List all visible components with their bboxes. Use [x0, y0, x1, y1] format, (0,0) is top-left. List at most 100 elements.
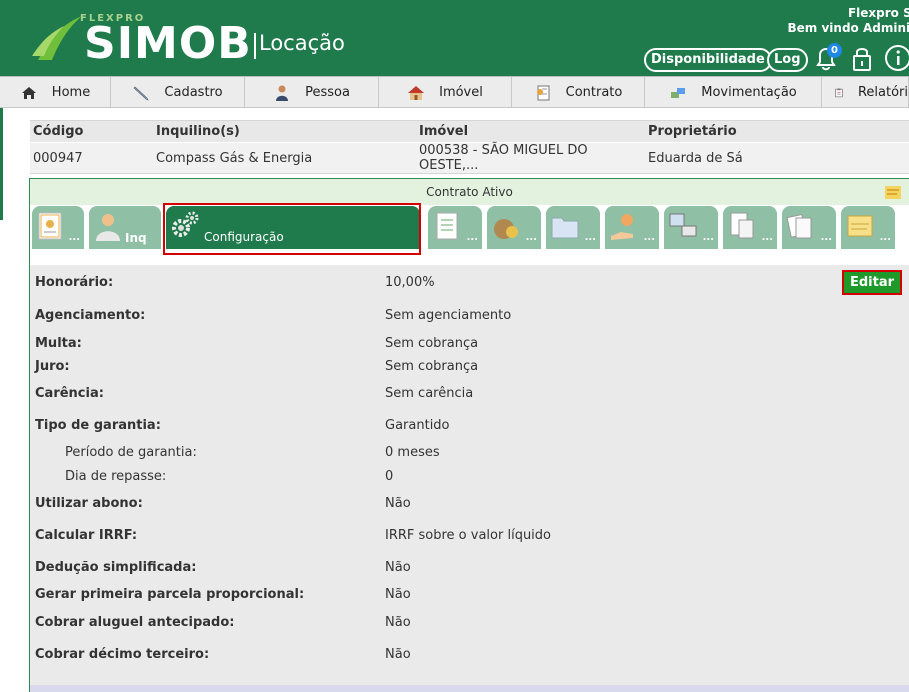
app-header: FLEXPRO SIMOB Locação Flexpro Sis Bem vi…: [0, 0, 909, 76]
nav-label: Movimentação: [701, 85, 797, 100]
report-icon: [835, 88, 843, 97]
tab-label: ...: [879, 232, 891, 243]
field-value: Não: [385, 615, 411, 630]
field-label: Dedução simplificada:: [35, 560, 197, 575]
field-value: Sem agenciamento: [385, 308, 512, 323]
nav-label: Home: [51, 85, 91, 100]
brand-simob: SIMOB: [84, 18, 252, 69]
field-value: 0 meses: [385, 445, 440, 460]
info-icon[interactable]: [882, 43, 909, 73]
coins-hand-icon: [611, 214, 633, 240]
tab-label: ...: [820, 232, 832, 243]
invoice-icon: [730, 212, 754, 239]
tab-anexos[interactable]: ...: [782, 206, 836, 249]
active-tab-highlight: [163, 203, 421, 255]
transfer-icon: [671, 87, 686, 98]
contract-tabs: ... Inq Configuração ... ... ... ... ...…: [30, 205, 909, 265]
table-cell: 000538 - SÃO MIGUEL DO OESTE,...: [416, 142, 645, 174]
tab-label: Inq: [125, 231, 147, 245]
nav-label: Imóvel: [439, 85, 483, 100]
tab-label: ...: [702, 232, 714, 243]
tab-label: ...: [466, 232, 478, 243]
tab-label: ...: [643, 232, 655, 243]
tab-label: ...: [761, 232, 773, 243]
field-value: IRRF sobre o valor líquido: [385, 528, 551, 543]
table-cell: Eduarda de Sá: [645, 142, 909, 174]
nav-item-relatorios[interactable]: Relatóri: [822, 77, 909, 108]
tab-financeiro[interactable]: ...: [487, 206, 541, 249]
field-label: Carência:: [35, 386, 104, 401]
field-label: Período de garantia:: [65, 445, 197, 460]
brand-separator: [254, 33, 256, 59]
tenant-icon: [96, 214, 120, 241]
tab-label: ...: [68, 232, 80, 243]
field-value: Garantido: [385, 418, 450, 433]
tab-boletos[interactable]: ...: [723, 206, 777, 249]
contract-panel: Contrato Ativo ... Inq Configuração ... …: [29, 178, 909, 692]
log-button[interactable]: Log: [767, 48, 808, 72]
field-label: Dia de repasse:: [65, 469, 167, 484]
tab-certificado[interactable]: ...: [32, 206, 84, 249]
nav-item-contrato[interactable]: Contrato: [512, 77, 645, 108]
tab-inquilino[interactable]: Inq: [89, 206, 161, 249]
nav-label: Pessoa: [305, 85, 350, 100]
welcome-text: Bem vindo Administ: [787, 21, 909, 35]
column-header: Inquilino(s): [153, 120, 416, 143]
field-value: 10,00%: [385, 275, 435, 290]
notification-badge: 0: [827, 43, 842, 58]
nav-label: Cadastro: [164, 85, 223, 100]
table-header-row: Código Inquilino(s) Imóvel Proprietário: [30, 120, 909, 143]
tab-documentos[interactable]: ...: [546, 206, 600, 249]
contract-summary-table: Código Inquilino(s) Imóvel Proprietário …: [30, 120, 909, 174]
home-icon: [21, 86, 36, 99]
documents-icon: [786, 213, 812, 239]
field-label: Cobrar aluguel antecipado:: [35, 615, 235, 630]
sticky-note-icon[interactable]: [885, 186, 901, 199]
lock-icon[interactable]: [846, 43, 878, 73]
company-name: Flexpro Sis: [847, 6, 909, 20]
field-label: Gerar primeira parcela proporcional:: [35, 587, 305, 602]
field-label: Honorário:: [35, 275, 114, 290]
field-value: Sem cobrança: [385, 336, 479, 351]
field-value: Sem carência: [385, 386, 474, 401]
tab-checklist[interactable]: ...: [428, 206, 482, 249]
field-label: Cobrar décimo terceiro:: [35, 647, 210, 662]
person-icon: [276, 85, 289, 101]
column-header: Código: [30, 120, 153, 143]
tab-notas[interactable]: ...: [841, 206, 895, 249]
column-header: Proprietário: [645, 120, 909, 143]
checklist-icon: [436, 212, 458, 240]
field-value: Sem cobrança: [385, 359, 479, 374]
nav-label: Contrato: [565, 85, 623, 100]
money-bag-icon: [494, 219, 518, 239]
column-header: Imóvel: [416, 120, 645, 143]
welcome-block: Flexpro Sis Bem vindo Administ: [788, 6, 909, 36]
panel-footer-bar: [30, 685, 909, 692]
nav-item-imovel[interactable]: Imóvel: [379, 77, 512, 108]
nav-item-movimentacao[interactable]: Movimentação: [645, 77, 822, 108]
table-cell: 000947: [30, 142, 153, 174]
main-nav: Home Cadastro Pessoa Imóvel Contrato Mov…: [0, 76, 909, 108]
field-label: Utilizar abono:: [35, 496, 143, 511]
transfer-computer-icon: [669, 213, 697, 237]
pen-icon: [133, 86, 150, 101]
tab-repasse[interactable]: ...: [605, 206, 659, 249]
field-label: Multa:: [35, 336, 82, 351]
table-row[interactable]: 000947 Compass Gás & Energia 000538 - SÃ…: [30, 142, 909, 174]
configuration-content: Editar Honorário: 10,00% Agenciamento: S…: [30, 265, 909, 685]
edit-button[interactable]: Editar: [842, 270, 902, 295]
availability-button[interactable]: Disponibilidade: [644, 48, 772, 72]
field-label: Calcular IRRF:: [35, 528, 138, 543]
nav-label: Relatóri: [857, 85, 908, 100]
field-value: Não: [385, 587, 411, 602]
panel-header: Contrato Ativo: [30, 179, 909, 205]
nav-item-home[interactable]: Home: [0, 77, 111, 108]
field-value: Não: [385, 496, 411, 511]
contract-icon: [536, 85, 550, 100]
nav-item-cadastro[interactable]: Cadastro: [111, 77, 245, 108]
table-cell: Compass Gás & Energia: [153, 142, 416, 174]
field-label: Juro:: [35, 359, 70, 374]
field-value: Não: [385, 560, 411, 575]
tab-transferencia[interactable]: ...: [664, 206, 718, 249]
nav-item-pessoa[interactable]: Pessoa: [245, 77, 379, 108]
